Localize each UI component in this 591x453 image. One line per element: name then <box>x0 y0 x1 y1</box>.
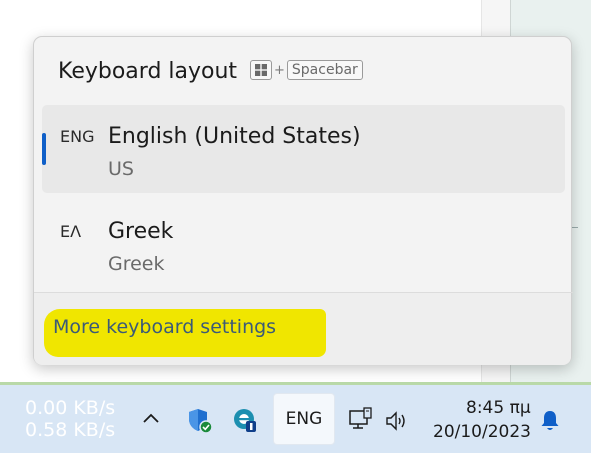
notification-bell-icon[interactable] <box>538 409 562 437</box>
network-icon[interactable] <box>348 407 374 437</box>
clock-date[interactable]: 20/10/2023 <box>433 422 531 442</box>
spacebar-key: Spacebar <box>286 60 363 80</box>
layout-code: ENG <box>60 127 95 146</box>
flyout-title: Keyboard layout <box>58 59 238 84</box>
edge-beta-icon[interactable] <box>232 406 260 438</box>
input-language-button[interactable]: ENG <box>273 393 335 445</box>
shortcut-hint: + Spacebar <box>250 60 363 80</box>
download-speed: 0.58 KB/s <box>25 419 116 441</box>
volume-icon[interactable] <box>384 409 410 437</box>
network-speed-meter: 0.00 KB/s 0.58 KB/s <box>25 397 115 441</box>
clock-time[interactable]: 8:45 πμ <box>466 398 531 418</box>
taskbar: 0.00 KB/s 0.58 KB/s ENG 8:45 πμ 20/10/20… <box>0 385 591 453</box>
layout-variant: US <box>108 158 134 180</box>
layout-variant: Greek <box>108 253 165 275</box>
selection-indicator <box>42 133 46 165</box>
layout-name: Greek <box>108 219 174 244</box>
more-keyboard-settings-link[interactable]: More keyboard settings <box>44 309 326 357</box>
flyout-footer: More keyboard settings <box>34 293 571 365</box>
more-keyboard-settings-label: More keyboard settings <box>53 316 277 338</box>
chevron-up-icon[interactable] <box>141 410 161 429</box>
layout-name: English (United States) <box>108 124 361 149</box>
layout-code: ΕΛ <box>60 222 82 241</box>
windows-security-icon[interactable] <box>186 407 214 439</box>
layout-item-greek[interactable]: ΕΛ Greek Greek <box>42 200 565 288</box>
keyboard-layout-flyout: Keyboard layout + Spacebar ENG English (… <box>33 36 573 365</box>
input-language-label: ENG <box>285 409 323 429</box>
upload-speed: 0.00 KB/s <box>25 397 116 419</box>
windows-key-icon <box>250 60 272 80</box>
layout-item-english[interactable]: ENG English (United States) US <box>42 105 565 193</box>
shortcut-plus: + <box>274 62 285 78</box>
